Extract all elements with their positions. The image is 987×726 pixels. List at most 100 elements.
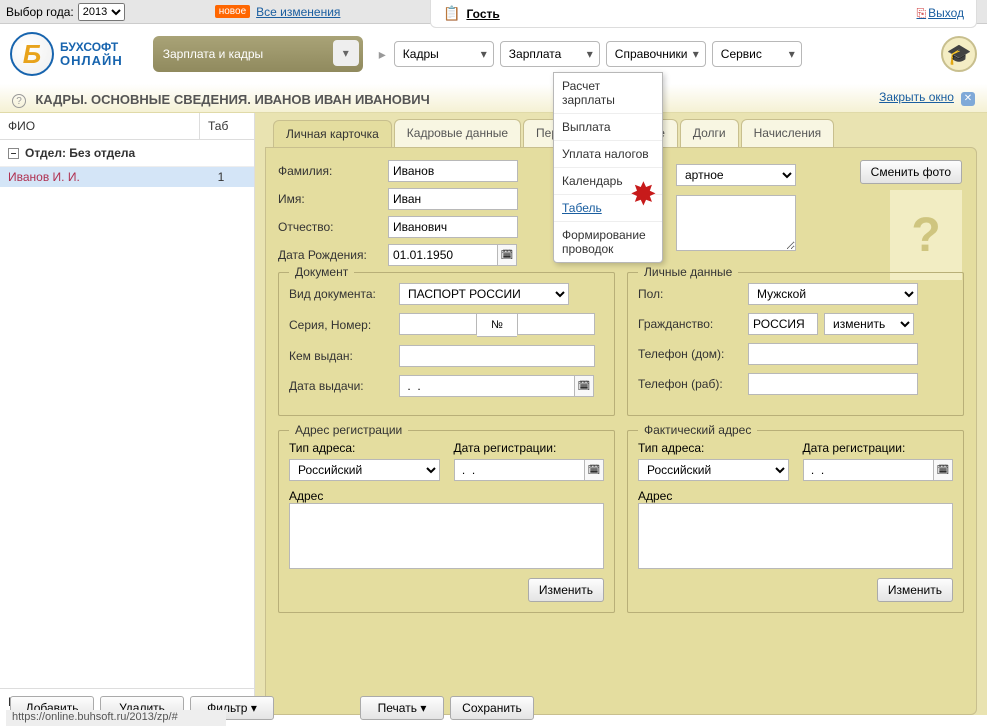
col-fio[interactable]: ФИО [0,113,200,139]
citizenship-change[interactable]: изменить [824,313,914,335]
label-fact-type: Тип адреса: [638,441,789,455]
dd-item-uplata[interactable]: Уплата налогов [554,141,662,168]
label-doc-date: Дата выдачи: [289,379,399,393]
input-name[interactable] [388,188,518,210]
input-fam[interactable] [388,160,518,182]
year-select[interactable]: 2013 [78,3,125,21]
select-doc-vid[interactable]: ПАСПОРТ РОССИИ [399,283,569,305]
guest-icon: 📋 [443,5,460,22]
print-button[interactable]: Печать ▾ [360,696,444,720]
chevron-down-icon: ▾ [693,47,699,61]
select-fact-type[interactable]: Российский [638,459,789,481]
title-bar: ? КАДРЫ. ОСНОВНЫЕ СВЕДЕНИЯ. ИВАНОВ ИВАН … [0,84,987,113]
label-citizenship: Гражданство: [638,317,748,331]
dd-item-provodki[interactable]: Формирование проводок [554,222,662,262]
label-phone-home: Телефон (дом): [638,347,748,361]
year-label: Выбор года: [6,5,74,19]
textarea-placebirth[interactable] [676,195,796,251]
label-doc-ser: Серия, Номер: [289,318,399,332]
calendar-icon[interactable]: 🗓 [574,375,594,397]
label-name: Имя: [278,192,388,206]
fieldset-reg-address: Адрес регистрации Тип адреса:Российский … [278,430,615,613]
fact-change-button[interactable]: Изменить [877,578,953,602]
change-photo-button[interactable]: Сменить фото [860,160,962,184]
zarplata-dropdown: Расчет зарплаты Выплата Уплата налогов К… [553,72,663,263]
nav-sprav[interactable]: Справочники▾ [606,41,706,67]
close-icon[interactable]: ✕ [961,92,975,106]
page-title: КАДРЫ. ОСНОВНЫЕ СВЕДЕНИЯ. ИВАНОВ ИВАН ИВ… [35,92,429,107]
label-dob: Дата Рождения: [278,248,388,262]
textarea-fact-addr[interactable] [638,503,953,569]
label-fact-date: Дата регистрации: [803,441,954,455]
dept-row[interactable]: – Отдел: Без отдела [0,140,254,167]
all-changes-link[interactable]: Все изменения [256,5,340,19]
dd-item-kalendar[interactable]: Календарь [554,168,662,195]
col-tab[interactable]: Таб [200,113,254,139]
label-fact-addr: Адрес [638,489,953,503]
nav-zarplata[interactable]: Зарплата▾ [500,41,600,67]
input-citizenship[interactable] [748,313,818,335]
minus-icon[interactable]: – [8,148,19,159]
input-reg-date[interactable] [454,459,586,481]
input-fact-date[interactable] [803,459,935,481]
arrow-right-icon: ▸ [379,46,386,63]
guest-name[interactable]: Гость [466,7,499,21]
input-doc-date[interactable] [399,375,575,397]
exit-link[interactable]: ⎘Выход [916,6,964,21]
chevron-down-icon: ▾ [251,701,257,715]
input-phone-home[interactable] [748,343,918,365]
reg-change-button[interactable]: Изменить [528,578,604,602]
input-dob[interactable] [388,244,498,266]
photo-placeholder: ? [890,190,962,280]
label-doc-kem: Кем выдан: [289,349,399,363]
select-typebirth[interactable]: артное [676,164,796,186]
chevron-down-icon: ▾ [587,47,593,61]
input-doc-num[interactable] [517,313,595,335]
main: ФИО Таб – Отдел: Без отдела Иванов И. И.… [0,113,987,715]
chevron-down-icon: ▾ [420,701,426,715]
label-sex: Пол: [638,287,748,301]
module-combo[interactable]: Зарплата и кадры ▾ [153,36,363,72]
select-reg-type[interactable]: Российский [289,459,440,481]
fieldset-personal: Личные данные Пол:Мужской Гражданство:из… [627,272,964,416]
logo-bar: Б БУХСОФТОНЛАЙН Зарплата и кадры ▾ ▸ Кад… [0,24,987,84]
close-window[interactable]: Закрыть окно ✕ [879,90,975,106]
avatar[interactable]: 🎓 [941,36,977,72]
tab-kadr[interactable]: Кадровые данные [394,119,521,147]
status-bar: https://online.buhsoft.ru/2013/zp/# [6,710,226,726]
fieldset-document: Документ Вид документа:ПАСПОРТ РОССИИ Се… [278,272,615,416]
chevron-down-icon: ▾ [789,47,795,61]
label-otch: Отчество: [278,220,388,234]
input-doc-ser[interactable] [399,313,477,335]
input-phone-work[interactable] [748,373,918,395]
dd-item-tabel[interactable]: Табель [554,195,662,222]
calendar-icon[interactable]: 🗓 [497,244,517,266]
label-fam: Фамилия: [278,164,388,178]
fieldset-fact-address: Фактический адрес Тип адреса:Российский … [627,430,964,613]
save-button[interactable]: Сохранить [450,696,534,720]
left-header: ФИО Таб [0,113,254,140]
tab-personal[interactable]: Личная карточка [273,120,392,148]
select-sex[interactable]: Мужской [748,283,918,305]
module-combo-label: Зарплата и кадры [163,47,263,61]
dd-item-vyplata[interactable]: Выплата [554,114,662,141]
help-icon[interactable]: ? [12,94,26,108]
legend-doc: Документ [289,265,354,279]
calendar-icon[interactable]: 🗓 [933,459,953,481]
tab-accruals[interactable]: Начисления [741,119,835,147]
calendar-icon[interactable]: 🗓 [584,459,604,481]
legend-pers: Личные данные [638,265,738,279]
textarea-reg-addr[interactable] [289,503,604,569]
input-doc-kem[interactable] [399,345,595,367]
logo[interactable]: Б БУХСОФТОНЛАЙН [10,32,123,76]
tab-debts[interactable]: Долги [680,119,739,147]
dd-item-raschet[interactable]: Расчет зарплаты [554,73,662,114]
employee-row[interactable]: Иванов И. И. 1 [0,167,254,187]
label-reg-date: Дата регистрации: [454,441,605,455]
legend-fact: Фактический адрес [638,423,757,437]
input-otch[interactable] [388,216,518,238]
label-reg-addr: Адрес [289,489,604,503]
label-phone-work: Телефон (раб): [638,377,748,391]
nav-service[interactable]: Сервис▾ [712,41,802,67]
nav-kadry[interactable]: Кадры▾ [394,41,494,67]
